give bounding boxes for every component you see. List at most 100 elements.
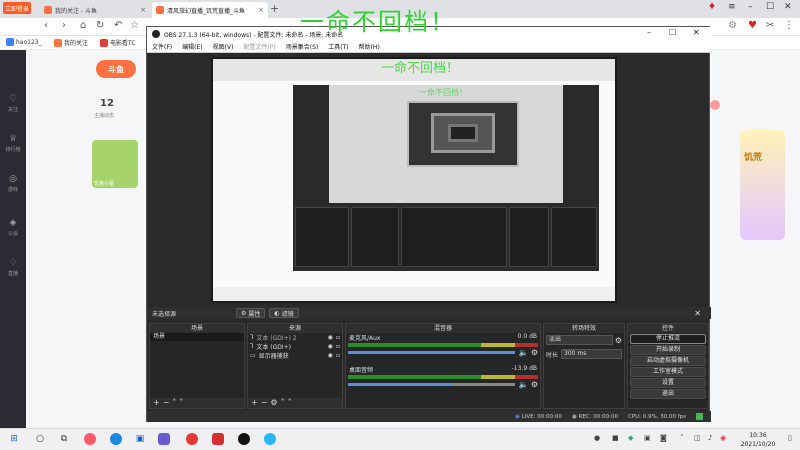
home-icon[interactable]: ⌂ [80,20,86,31]
exit-button[interactable]: 退出 [630,389,706,399]
tray-app-icon[interactable]: ◙ [660,434,667,442]
add-icon[interactable]: + [251,398,261,407]
browser-tab-follow[interactable]: 我的关注 - 斗鱼 × [40,2,150,18]
heart-icon[interactable]: ♡ [6,94,20,104]
maximize-icon[interactable]: ☐ [766,2,774,12]
tray-app-icon[interactable]: ▣ [644,434,651,442]
close-icon[interactable]: ✕ [694,309,701,318]
start-icon[interactable]: ⊞ [8,433,20,445]
volume-slider[interactable] [348,351,515,354]
menu-scene-collection[interactable]: 场景集合(S) [286,42,319,51]
up-icon[interactable]: ˄ [281,398,288,407]
close-window-icon[interactable]: ✕ [784,2,792,12]
refresh-icon[interactable]: ↻ [96,20,104,31]
login-badge[interactable]: 立即登录 [3,2,31,14]
close-window-icon[interactable]: ✕ [693,28,700,37]
browser-tab-live[interactable]: 清风旅幻直播_饥荒直播_斗鱼 × [152,2,268,18]
explorer-icon[interactable]: ▣ [134,433,146,445]
close-icon[interactable]: × [258,6,264,14]
remove-icon[interactable]: − [261,398,271,407]
filters-button[interactable]: ◐ 滤镜 [269,308,299,318]
speaker-icon[interactable]: 🔈 [519,380,529,389]
qq-icon[interactable] [264,433,276,445]
rank-icon[interactable]: ♕ [6,134,20,144]
properties-button[interactable]: ⚙ 属性 [236,308,266,318]
add-icon[interactable]: + [153,398,163,407]
app-icon[interactable] [158,433,170,445]
eye-icon[interactable]: ◉ [328,343,333,350]
bookmark-follow[interactable]: 我的关注 [54,38,88,47]
menu-edit[interactable]: 编辑(E) [182,42,202,51]
minimize-icon[interactable]: – [748,2,753,12]
bookmark-hao123[interactable]: hao123_ [6,38,42,46]
settings-button[interactable]: 设置 [630,378,706,388]
guild-icon[interactable]: ◈ [6,218,20,228]
gear-icon[interactable]: ⚙ [531,380,538,389]
undo-icon[interactable]: ↶ [114,20,122,31]
volume-icon[interactable]: ♪ [708,434,712,442]
source-item[interactable]: Ꞁ 文本 (GDI+) 2 ◉ ▫ [248,333,342,342]
gear-icon[interactable]: ⚙ [270,398,280,407]
game-nav-icon[interactable]: ◎ [6,174,20,184]
duration-input[interactable]: 300 ms [561,349,622,359]
menu-icon[interactable]: ≡ [728,2,736,12]
volume-slider[interactable] [348,383,515,386]
down-icon[interactable]: ˅ [288,398,295,407]
network-icon[interactable]: ◫ [694,434,701,442]
down-icon[interactable]: ˅ [179,398,186,407]
collection-icon[interactable]: ♥ [748,20,757,31]
gear-icon[interactable]: ⚙ [615,336,622,345]
taskbar-clock[interactable]: 10:36 2021/10/20 [733,431,783,449]
minimize-icon[interactable]: – [647,28,651,37]
star-icon[interactable]: ☆ [130,20,139,31]
remove-icon[interactable]: − [163,398,173,407]
new-tab-icon[interactable]: + [270,2,279,15]
chevron-up-icon[interactable]: ˄ [680,434,684,442]
tray-app-icon[interactable]: ● [594,434,600,442]
speaker-icon[interactable]: 🔈 [519,348,529,357]
close-icon[interactable]: × [140,6,146,14]
transition-select[interactable]: 淡出 [546,335,613,345]
menu-tools[interactable]: 工具(T) [328,42,348,51]
movie-icon [100,38,108,47]
eye-icon[interactable]: ◉ [328,352,333,359]
taskview-icon[interactable]: ⧉ [58,433,70,445]
source-item[interactable]: ▭ 显示器捕获 ◉ ▫ [248,351,342,360]
maximize-icon[interactable]: ☐ [669,28,676,37]
source-item[interactable]: Ꞁ 文本 (GDI+) ◉ ▫ [248,342,342,351]
douyu-logo[interactable]: 斗鱼 [96,60,136,78]
bookmark-movie[interactable]: 电影看TC [100,38,136,47]
menu-profile[interactable]: 配置文件(P) [243,42,275,51]
menu-view[interactable]: 视图(V) [213,42,234,51]
lock-icon[interactable]: ▫ [336,343,340,350]
more-icon[interactable]: ⋮ [784,20,794,31]
lock-icon[interactable]: ▫ [336,352,340,359]
search-icon[interactable]: ○ [34,433,46,445]
extensions-icon[interactable]: ⚙ [728,20,737,31]
scene-item[interactable]: 场景 [150,333,244,341]
obs-app-icon[interactable] [238,433,250,445]
studio-mode-button[interactable]: 工作室模式 [630,367,706,377]
virtual-camera-button[interactable]: 启动虚拟摄像机 [630,356,706,366]
back-icon[interactable]: ‹ [44,20,48,31]
gear-icon[interactable]: ⚙ [531,348,538,357]
tray-app-icon[interactable]: ◆ [628,434,633,442]
security-icon[interactable]: ◉ [720,434,726,442]
notification-icon[interactable]: ▯ [788,434,792,442]
game-icon[interactable]: ♦ [708,2,716,12]
tray-app-icon[interactable]: ■ [612,434,619,442]
douyu-app-icon[interactable] [212,433,224,445]
browser360-icon[interactable] [84,433,96,445]
live-nav-icon[interactable]: ♢ [6,258,20,268]
menu-help[interactable]: 帮助(H) [359,42,380,51]
netease-icon[interactable] [186,433,198,445]
screenshot-icon[interactable]: ✂ [766,20,774,31]
menu-file[interactable]: 文件(F) [152,42,172,51]
edge-icon[interactable] [110,433,122,445]
stop-streaming-button[interactable]: 停止推流 [630,334,706,344]
eye-icon[interactable]: ◉ [328,334,333,341]
lock-icon[interactable]: ▫ [336,334,340,341]
forward-icon[interactable]: › [62,20,66,31]
promo-banner[interactable] [740,130,785,240]
start-recording-button[interactable]: 开始录制 [630,345,706,355]
